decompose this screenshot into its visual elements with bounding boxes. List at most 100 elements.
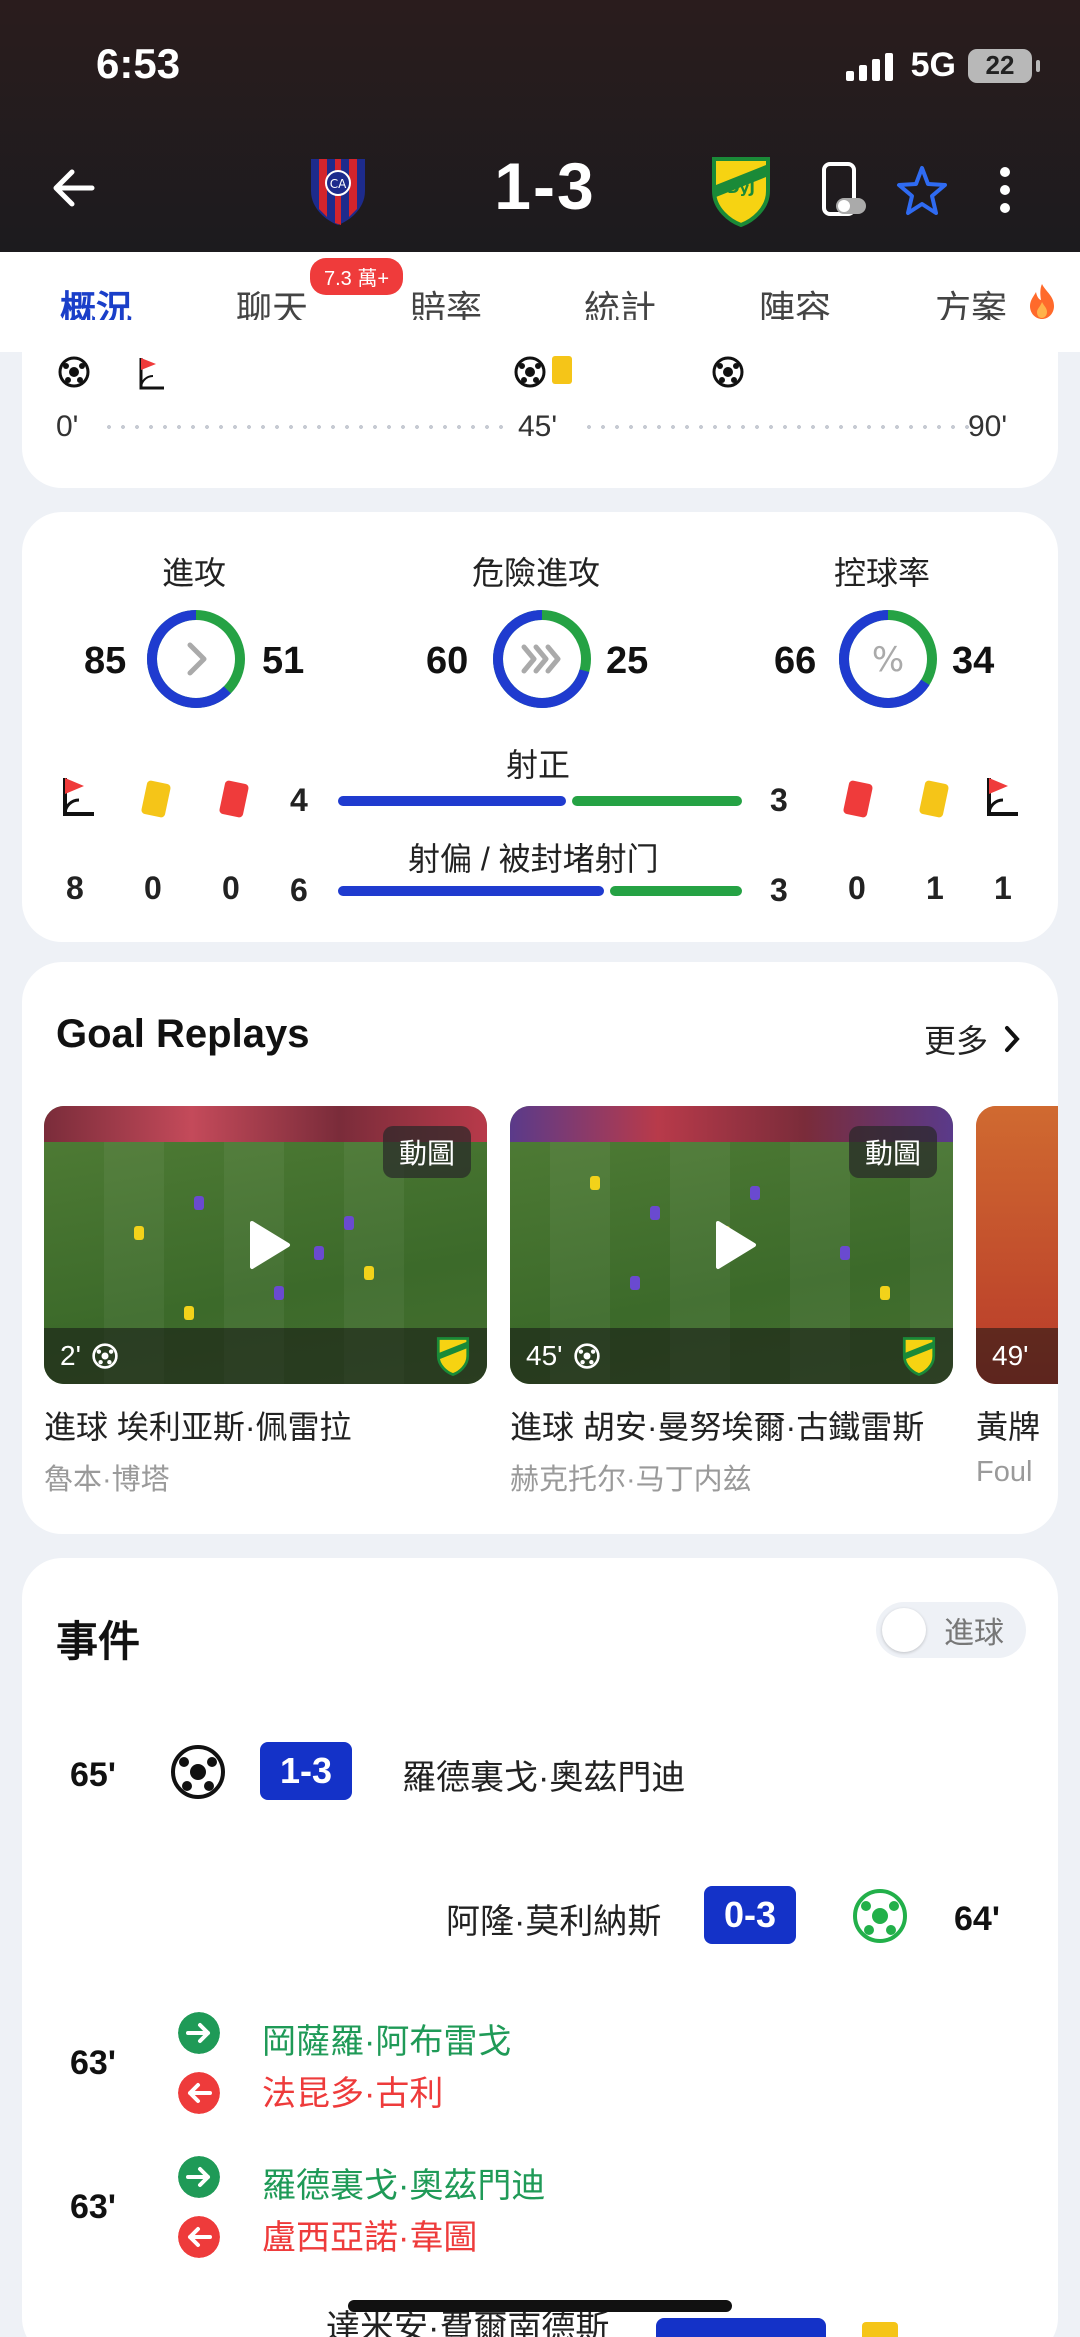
goal-replays-card: Goal Replays 更多 動圖 2' 進球 埃利亚斯·佩雷拉 魯本·博塔 bbox=[22, 962, 1058, 1534]
events-card: 事件 進球 65' 1-3 羅德裏戈·奧茲門迪 阿隆·莫利納斯 0-3 64' … bbox=[22, 1558, 1058, 2337]
replay-video-1[interactable]: 動圖 2' bbox=[44, 1106, 487, 1384]
signal-icon bbox=[845, 51, 893, 81]
replay-info-bar: 49' bbox=[976, 1328, 1058, 1384]
home-team-logo[interactable]: CA bbox=[305, 155, 371, 227]
timeline-end: 90' bbox=[968, 410, 1008, 443]
home-corner-icon bbox=[63, 778, 94, 816]
battery-level: 22 bbox=[985, 50, 1015, 80]
replay-assist-1: 魯本·博塔 bbox=[44, 1464, 170, 1496]
back-arrow-icon[interactable] bbox=[44, 158, 104, 218]
play-icon[interactable] bbox=[234, 1213, 298, 1277]
replay-minute: 2' bbox=[60, 1340, 81, 1371]
status-time: 6:53 bbox=[96, 40, 181, 87]
event-player[interactable]: 阿隆·莫利納斯 bbox=[446, 1894, 661, 1943]
home-indicator bbox=[348, 2300, 732, 2312]
stat-title-dangerous-attack: 危險進攻 bbox=[472, 555, 601, 591]
replay-info-bar: 2' bbox=[44, 1328, 487, 1384]
status-indicators: 5G 22 bbox=[845, 46, 1040, 85]
home-red-card-icon bbox=[218, 779, 250, 819]
svg-text:DyJ: DyJ bbox=[727, 179, 755, 197]
yellow-card-icon bbox=[862, 2322, 898, 2337]
away-team-logo[interactable]: DyJ bbox=[708, 155, 774, 227]
sub-in-arrow-icon bbox=[178, 2012, 220, 2054]
stat-title-attack: 進攻 bbox=[162, 555, 227, 591]
event-minute: 63' bbox=[70, 2044, 116, 2082]
sub-out-player[interactable]: 法昆多·古利 bbox=[262, 2066, 443, 2115]
sub-in-player[interactable]: 羅德裏戈·奧茲門迪 bbox=[262, 2158, 545, 2207]
away-red-card-icon bbox=[842, 779, 874, 819]
shots-off-home-bar bbox=[338, 886, 604, 896]
replay-caption-3: 黃牌 bbox=[976, 1409, 1041, 1445]
home-yellow-cards: 0 bbox=[144, 870, 162, 906]
fire-icon bbox=[1030, 284, 1054, 319]
svg-text:CA: CA bbox=[330, 177, 347, 191]
timeline-track-second-half bbox=[582, 425, 978, 429]
stat-dangerous-away: 25 bbox=[606, 640, 649, 682]
sub-out-player[interactable]: 盧西亞諾·韋圖 bbox=[262, 2210, 477, 2259]
stat-title-possession: 控球率 bbox=[834, 555, 931, 591]
goal-ball-icon bbox=[58, 356, 90, 388]
attack-donut bbox=[147, 610, 245, 708]
stat-attack-home: 85 bbox=[84, 640, 127, 682]
goal-ball-icon bbox=[92, 1343, 118, 1369]
stat-attack-away: 51 bbox=[262, 640, 305, 682]
sub-out-arrow-icon bbox=[178, 2216, 220, 2258]
shots-off-away-bar bbox=[610, 886, 742, 896]
away-team-logo bbox=[902, 1337, 936, 1376]
goal-ball-icon bbox=[712, 356, 744, 388]
replay-video-2[interactable]: 動圖 45' bbox=[510, 1106, 953, 1384]
away-corners: 1 bbox=[994, 870, 1012, 906]
shots-off-away: 3 bbox=[770, 872, 788, 908]
timeline-half: 45' bbox=[518, 410, 558, 443]
goal-ball-icon bbox=[573, 1343, 600, 1369]
toggle-label: 進球 bbox=[944, 1617, 1004, 1650]
event-minute: 65' bbox=[70, 1756, 116, 1794]
match-header: 6:53 5G 22 CA 1-3 DyJ bbox=[0, 0, 1080, 252]
sub-in-player[interactable]: 岡薩羅·阿布雷戈 bbox=[262, 2014, 511, 2063]
event-player[interactable]: 羅德裏戈·奧茲門迪 bbox=[402, 1750, 685, 1799]
phone-toggle-icon[interactable] bbox=[816, 160, 870, 220]
replay-minute: 49' bbox=[992, 1340, 1029, 1371]
replay-caption-1: 進球 埃利亚斯·佩雷拉 bbox=[44, 1409, 352, 1445]
event-minute: 63' bbox=[70, 2188, 116, 2226]
home-red-cards: 0 bbox=[222, 870, 240, 906]
shots-on-target-home-bar bbox=[338, 796, 566, 806]
chevron-right-icon bbox=[1005, 1026, 1020, 1052]
more-options-icon[interactable] bbox=[982, 160, 1036, 220]
home-corners: 8 bbox=[66, 870, 84, 906]
event-score-badge: 0-3 bbox=[704, 1886, 797, 1944]
event-minute: 64' bbox=[954, 1900, 1000, 1938]
away-team-logo bbox=[436, 1337, 470, 1376]
replay-minute: 45' bbox=[526, 1340, 563, 1371]
shots-on-target-home: 4 bbox=[290, 782, 308, 818]
gif-badge: 動圖 bbox=[848, 1126, 937, 1178]
yellow-card-icon bbox=[552, 356, 572, 384]
timeline-start: 0' bbox=[56, 410, 79, 443]
goals-only-toggle[interactable]: 進球 bbox=[876, 1602, 1026, 1658]
replay-assist-2: 赫克托尔·马丁内兹 bbox=[510, 1464, 752, 1496]
home-yellow-card-icon bbox=[140, 779, 172, 819]
event-score-badge: 1-3 bbox=[260, 1742, 353, 1800]
replays-more-link[interactable]: 更多 bbox=[924, 1016, 1022, 1062]
dangerous-attack-donut bbox=[493, 610, 591, 708]
match-score: 1-3 bbox=[494, 149, 596, 223]
stat-possession-home: 66 bbox=[774, 640, 817, 682]
toggle-knob bbox=[882, 1608, 926, 1652]
shots-on-target-away-bar bbox=[572, 796, 742, 806]
stats-card: 進攻 85 51 危險進攻 60 25 控球率 66 % 34 4 射正 3 8… bbox=[22, 512, 1058, 942]
possession-donut: % bbox=[839, 610, 937, 708]
sub-in-arrow-icon bbox=[178, 2156, 220, 2198]
play-icon[interactable] bbox=[700, 1213, 764, 1277]
replay-video-3[interactable]: 49' bbox=[976, 1106, 1058, 1384]
shots-on-target-label: 射正 bbox=[506, 747, 571, 783]
corner-flag-icon bbox=[139, 358, 164, 390]
goal-ball-icon bbox=[171, 1745, 225, 1799]
favorite-star-icon[interactable] bbox=[895, 160, 949, 220]
timeline-card: 0' 45' 90' bbox=[22, 320, 1058, 488]
stat-dangerous-home: 60 bbox=[426, 640, 469, 682]
stat-possession-away: 34 bbox=[952, 640, 995, 682]
chat-count-badge: 7.3 萬+ bbox=[310, 258, 404, 295]
goal-ball-icon bbox=[853, 1889, 907, 1943]
more-label: 更多 bbox=[923, 1023, 988, 1059]
replays-title: Goal Replays bbox=[56, 1012, 310, 1056]
